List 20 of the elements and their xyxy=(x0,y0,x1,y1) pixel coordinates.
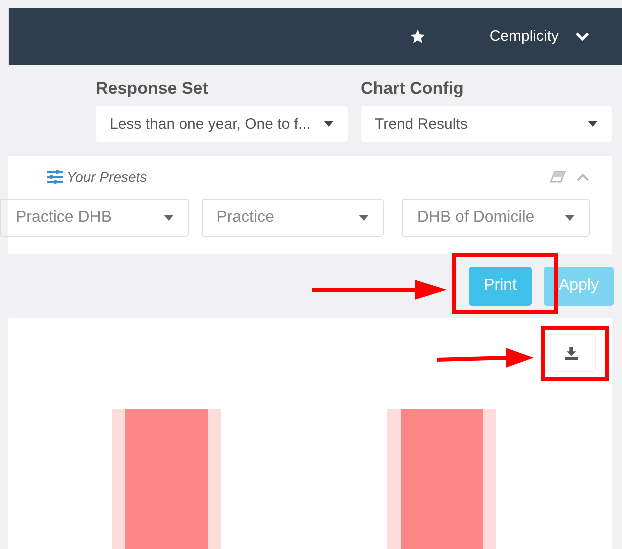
dropdown[interactable]: Trend Results xyxy=(361,106,612,142)
download-icon xyxy=(564,346,579,360)
sliders-icon xyxy=(47,170,63,184)
dropdown[interactable]: Practice xyxy=(202,199,384,237)
field-label: Chart Config xyxy=(361,79,465,99)
caret-icon xyxy=(564,215,575,221)
dropdown[interactable]: Less than one year, One to f... xyxy=(96,106,348,142)
star-icon[interactable] xyxy=(410,28,426,44)
download-button[interactable] xyxy=(547,334,596,372)
caret-icon xyxy=(588,121,598,127)
highlight-box xyxy=(541,326,609,381)
action-button[interactable]: Print xyxy=(469,266,532,306)
caret-icon xyxy=(164,215,174,221)
account-name[interactable]: Cemplicity xyxy=(490,28,559,45)
dropdown[interactable]: Practice DHB xyxy=(0,199,189,237)
dropdown[interactable]: DHB of Domicile xyxy=(402,199,590,237)
caret-icon xyxy=(359,215,370,221)
caret-icon xyxy=(324,121,334,127)
field-label: Response Set xyxy=(96,79,210,99)
presets-title[interactable]: Your Presets xyxy=(67,169,148,185)
